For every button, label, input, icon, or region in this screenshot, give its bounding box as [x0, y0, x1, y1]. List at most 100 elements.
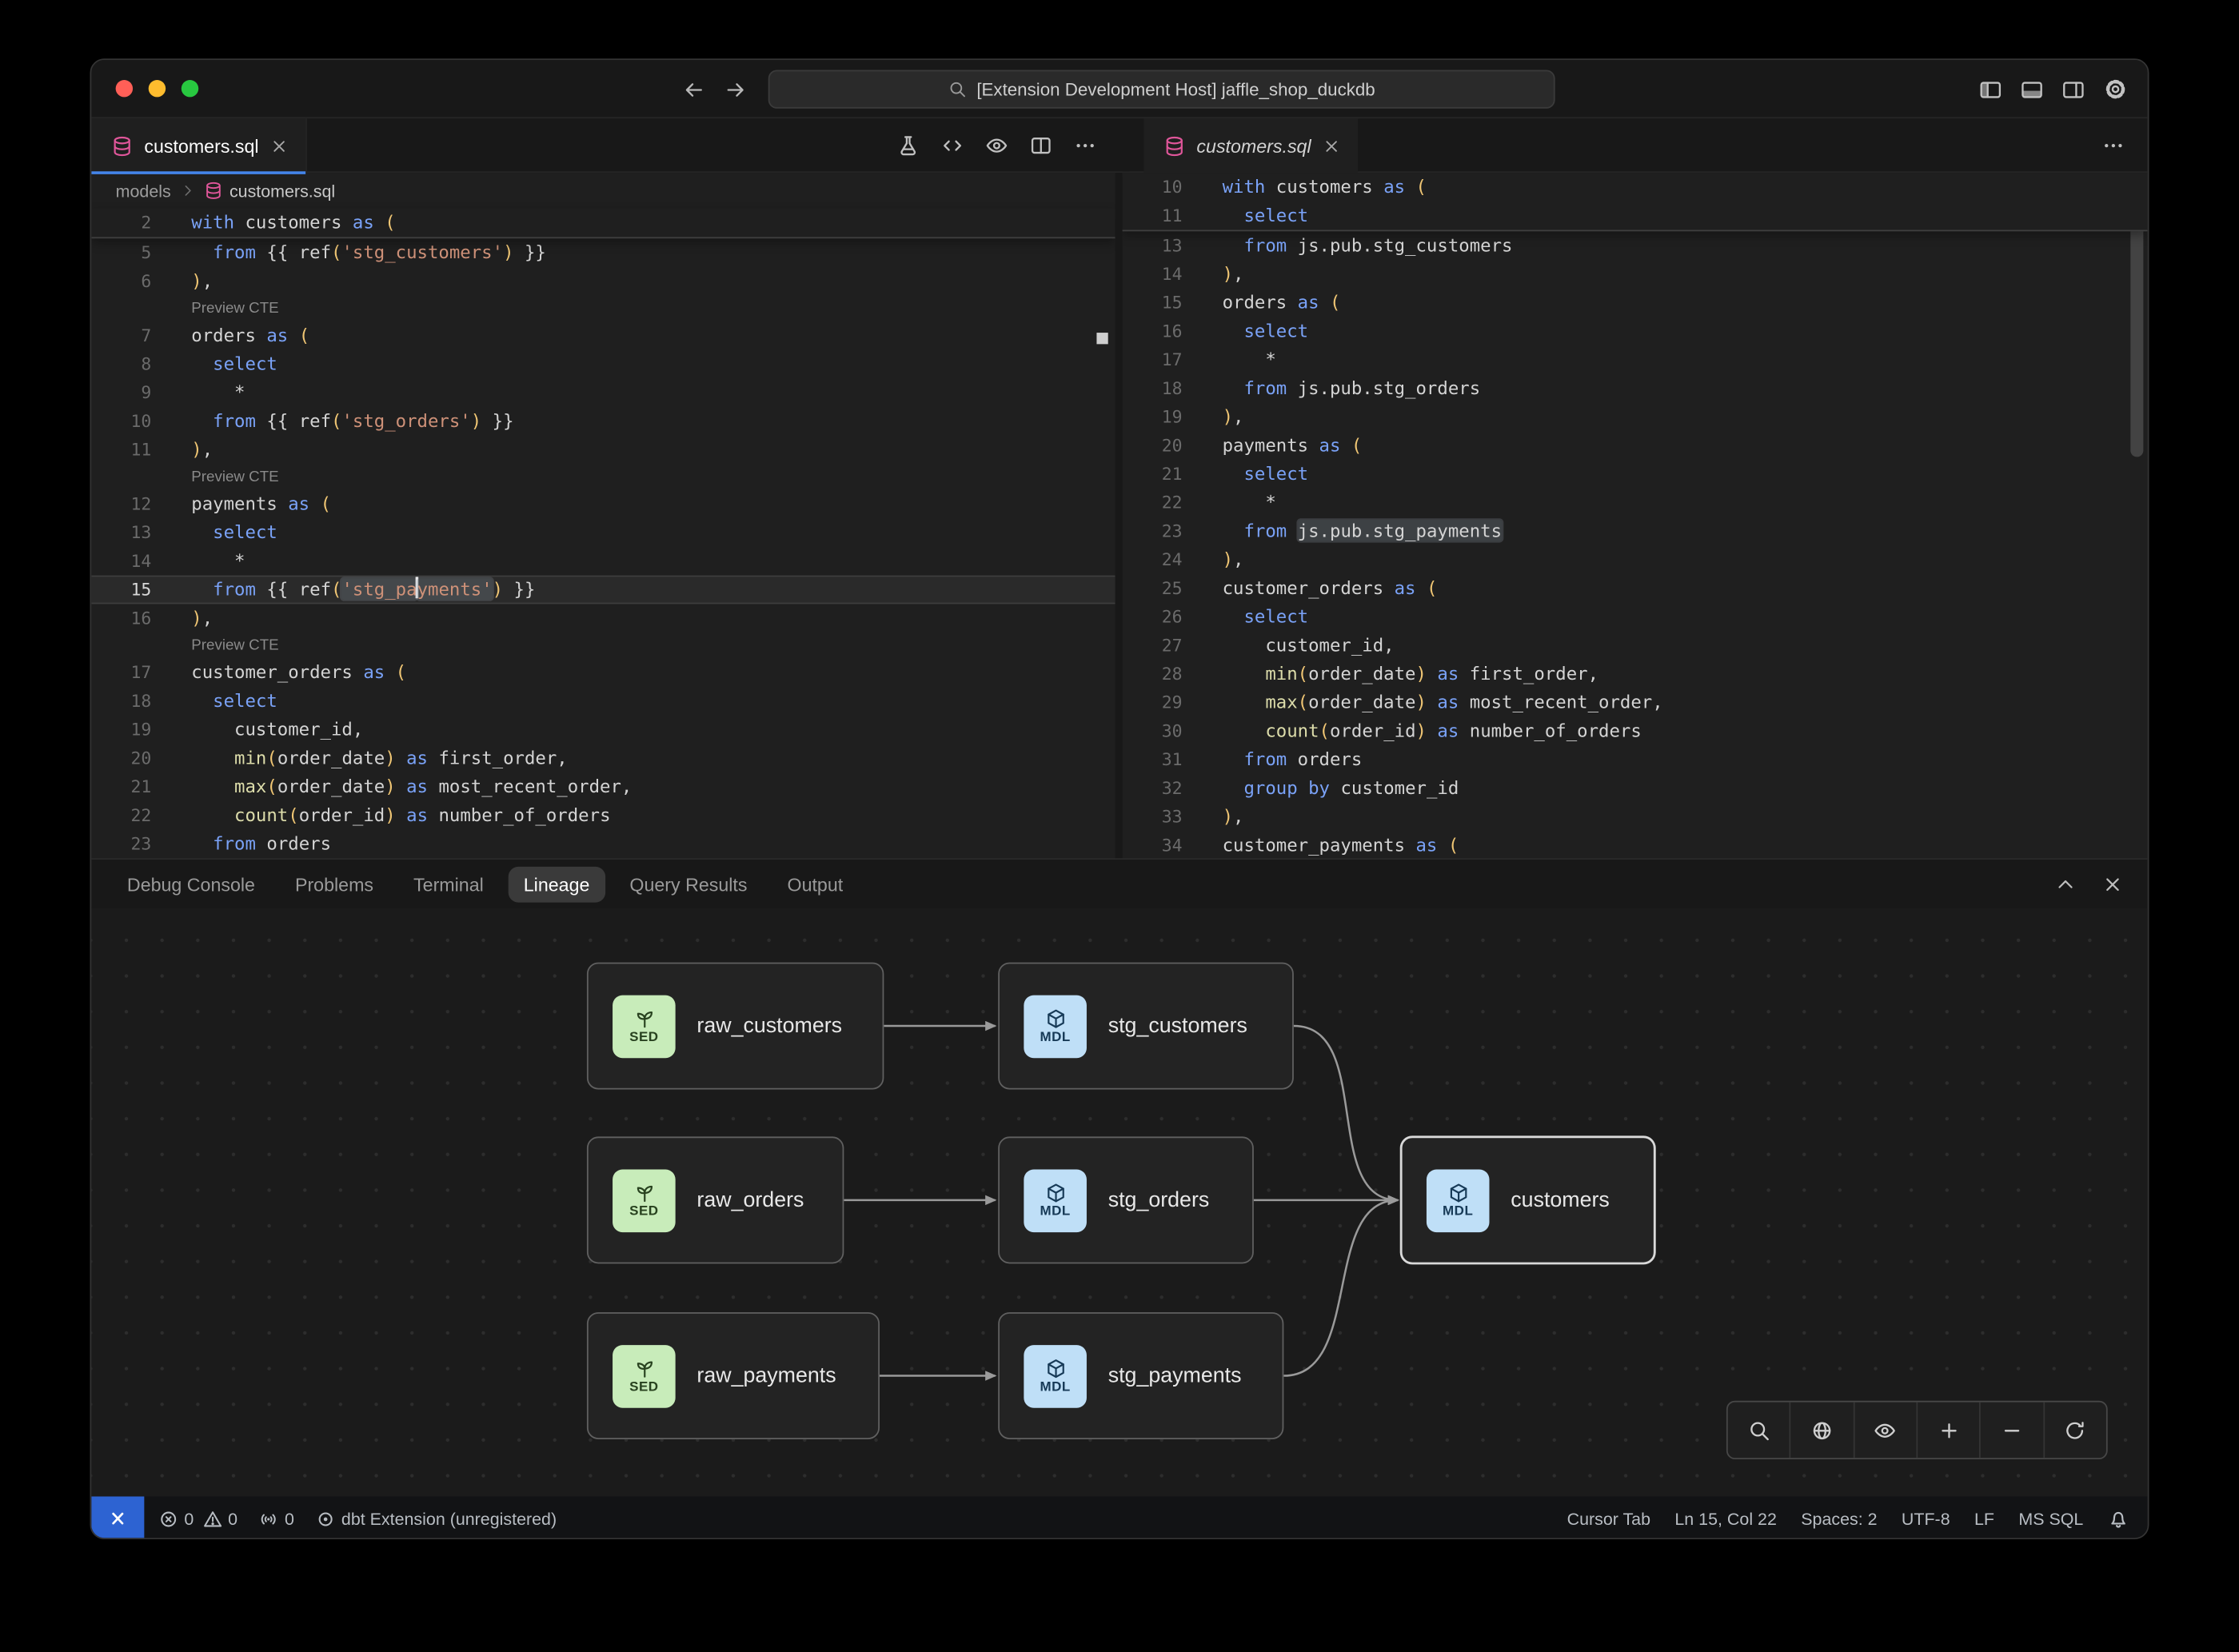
tab-customers-sql-left[interactable]: customers.sql — [91, 118, 307, 173]
code-editor-compiled[interactable]: 13 from js.pub.stg_customers14),15orders… — [1123, 231, 2148, 858]
code-line[interactable]: 28 min(order_date) as first_order, — [1123, 660, 2148, 688]
command-center[interactable]: [Extension Development Host] jaffle_shop… — [768, 70, 1555, 108]
breadcrumb-folder[interactable]: models — [116, 181, 171, 201]
code-line[interactable]: 10 from {{ ref('stg_orders') }} — [91, 407, 1115, 436]
code-line[interactable]: 7orders as ( — [91, 321, 1115, 350]
remote-indicator[interactable] — [91, 1496, 144, 1539]
close-panel-icon[interactable] — [2102, 873, 2124, 895]
lineage-toolbar-zoom-out[interactable] — [1980, 1403, 2043, 1458]
forward-arrow-icon[interactable] — [724, 78, 747, 101]
code-line[interactable]: 9 * — [91, 378, 1115, 407]
panel-tab-output[interactable]: Output — [772, 866, 859, 902]
status-notifications[interactable] — [2108, 1508, 2129, 1530]
code-line[interactable]: 10with customers as ( — [1123, 173, 2148, 202]
lineage-node-stg_payments[interactable]: MDLstg_payments — [998, 1312, 1283, 1439]
code-line[interactable]: 29 max(order_date) as most_recent_order, — [1123, 688, 2148, 717]
lineage-toolbar-eye[interactable] — [1853, 1403, 1916, 1458]
code-line[interactable]: 22 * — [1123, 489, 2148, 517]
lineage-toolbar-globe[interactable] — [1790, 1403, 1853, 1458]
status-cursor-position[interactable]: Ln 15, Col 22 — [1674, 1509, 1776, 1529]
code-line[interactable]: 19 customer_id, — [91, 716, 1115, 744]
ellipsis-icon[interactable] — [1074, 134, 1097, 157]
lineage-node-stg_orders[interactable]: MDLstg_orders — [998, 1136, 1254, 1263]
code-line[interactable]: 31 from orders — [1123, 745, 2148, 774]
code-line[interactable]: 25customer_orders as ( — [1123, 574, 2148, 603]
code-line[interactable]: 30 count(order_id) as number_of_orders — [1123, 716, 2148, 745]
code-line[interactable]: 32 group by customer_id — [1123, 774, 2148, 803]
codelens-row[interactable]: Preview CTE — [91, 296, 1115, 321]
code-line[interactable]: 5 from {{ ref('stg_customers') }} — [91, 238, 1115, 267]
code-line[interactable]: 8 select — [91, 349, 1115, 378]
status-problems[interactable]: 00 — [158, 1509, 237, 1529]
code-line[interactable]: 21 select — [1123, 460, 2148, 489]
lineage-node-raw_orders[interactable]: SEDraw_orders — [587, 1136, 844, 1263]
code-line[interactable]: 16 select — [1123, 317, 2148, 345]
status-indentation[interactable]: Spaces: 2 — [1801, 1509, 1877, 1529]
flask-icon[interactable] — [896, 134, 920, 157]
code-line[interactable]: 34customer_payments as ( — [1123, 831, 2148, 858]
code-line[interactable]: 6), — [91, 267, 1115, 296]
minimize-window-button[interactable] — [149, 80, 166, 97]
code-editor-source[interactable]: 5 from {{ ref('stg_customers') }}6),Prev… — [91, 238, 1115, 858]
status-ports[interactable]: 0 — [259, 1509, 294, 1529]
ellipsis-icon[interactable] — [2102, 134, 2125, 157]
code-line[interactable]: 23 from js.pub.stg_payments — [1123, 517, 2148, 545]
code-line[interactable]: 13 select — [91, 518, 1115, 547]
lineage-node-raw_payments[interactable]: SEDraw_payments — [587, 1312, 880, 1439]
code-line[interactable]: 24), — [1123, 545, 2148, 574]
code-line[interactable]: 14), — [1123, 260, 2148, 289]
code-line[interactable]: 13 from js.pub.stg_customers — [1123, 231, 2148, 260]
codelens-row[interactable]: Preview CTE — [91, 464, 1115, 489]
close-tab-icon[interactable] — [1323, 137, 1341, 155]
code-line[interactable]: 17customer_orders as ( — [91, 658, 1115, 687]
code-line[interactable]: 26 select — [1123, 603, 2148, 632]
codelens-row[interactable]: Preview CTE — [91, 632, 1115, 658]
panel-bottom-icon[interactable] — [2021, 78, 2044, 101]
code-line[interactable]: 18 from js.pub.stg_orders — [1123, 374, 2148, 403]
panel-tab-problems[interactable]: Problems — [279, 866, 389, 902]
code-line[interactable]: 20payments as ( — [1123, 431, 2148, 460]
panel-tab-debug-console[interactable]: Debug Console — [111, 866, 270, 902]
maximize-panel-icon[interactable] — [2055, 873, 2077, 895]
lineage-node-raw_customers[interactable]: SEDraw_customers — [587, 963, 884, 1090]
code-line[interactable]: 15orders as ( — [1123, 289, 2148, 317]
code-line[interactable]: 11 select — [1123, 202, 2148, 230]
panel-tab-lineage[interactable]: Lineage — [508, 866, 605, 902]
code-line[interactable]: 22 count(order_id) as number_of_orders — [91, 801, 1115, 830]
code-line[interactable]: 23 from orders — [91, 829, 1115, 858]
breadcrumb-file[interactable]: customers.sql — [204, 181, 335, 201]
back-arrow-icon[interactable] — [683, 78, 706, 101]
code-line[interactable]: 17 * — [1123, 345, 2148, 374]
split-editor-icon[interactable] — [1029, 134, 1052, 157]
code-line[interactable]: 12payments as ( — [91, 489, 1115, 518]
code-line[interactable]: 2with customers as ( — [91, 209, 1115, 237]
lineage-toolbar-refresh[interactable] — [2043, 1403, 2106, 1458]
panel-tab-query-results[interactable]: Query Results — [614, 866, 763, 902]
code-line[interactable]: 20 min(order_date) as first_order, — [91, 744, 1115, 772]
code-line[interactable]: 16), — [91, 604, 1115, 632]
status-eol[interactable]: LF — [1974, 1509, 1994, 1529]
close-window-button[interactable] — [116, 80, 133, 97]
panel-tab-terminal[interactable]: Terminal — [397, 866, 499, 902]
eye-icon[interactable] — [985, 134, 1008, 157]
code-line[interactable]: 14 * — [91, 547, 1115, 576]
lineage-node-stg_customers[interactable]: MDLstg_customers — [998, 963, 1294, 1090]
lineage-toolbar-search[interactable] — [1728, 1403, 1790, 1458]
tab-customers-sql-right[interactable]: customers.sql — [1143, 118, 1358, 173]
code-line[interactable]: 33), — [1123, 803, 2148, 832]
code-line[interactable]: 15 from {{ ref('stg_payments') }} — [91, 576, 1115, 605]
lineage-toolbar-zoom-in[interactable] — [1916, 1403, 1979, 1458]
maximize-window-button[interactable] — [182, 80, 198, 97]
status-cursor-tab[interactable]: Cursor Tab — [1567, 1509, 1650, 1529]
code-line[interactable]: 21 max(order_date) as most_recent_order, — [91, 772, 1115, 801]
status-dbt-extension[interactable]: dbt Extension (unregistered) — [316, 1509, 557, 1529]
panel-right-icon[interactable] — [2062, 78, 2085, 101]
lineage-canvas[interactable]: SEDraw_customers MDLstg_customers SEDraw_o… — [91, 908, 2147, 1497]
breadcrumb[interactable]: models customers.sql — [91, 173, 1115, 209]
code-line[interactable]: 27 customer_id, — [1123, 631, 2148, 660]
panel-left-icon[interactable] — [1979, 78, 2002, 101]
lineage-node-customers[interactable]: MDLcustomers — [1401, 1136, 1655, 1263]
status-language-mode[interactable]: MS SQL — [2018, 1509, 2083, 1529]
code-icon[interactable] — [941, 134, 964, 157]
code-line[interactable]: 11), — [91, 436, 1115, 465]
